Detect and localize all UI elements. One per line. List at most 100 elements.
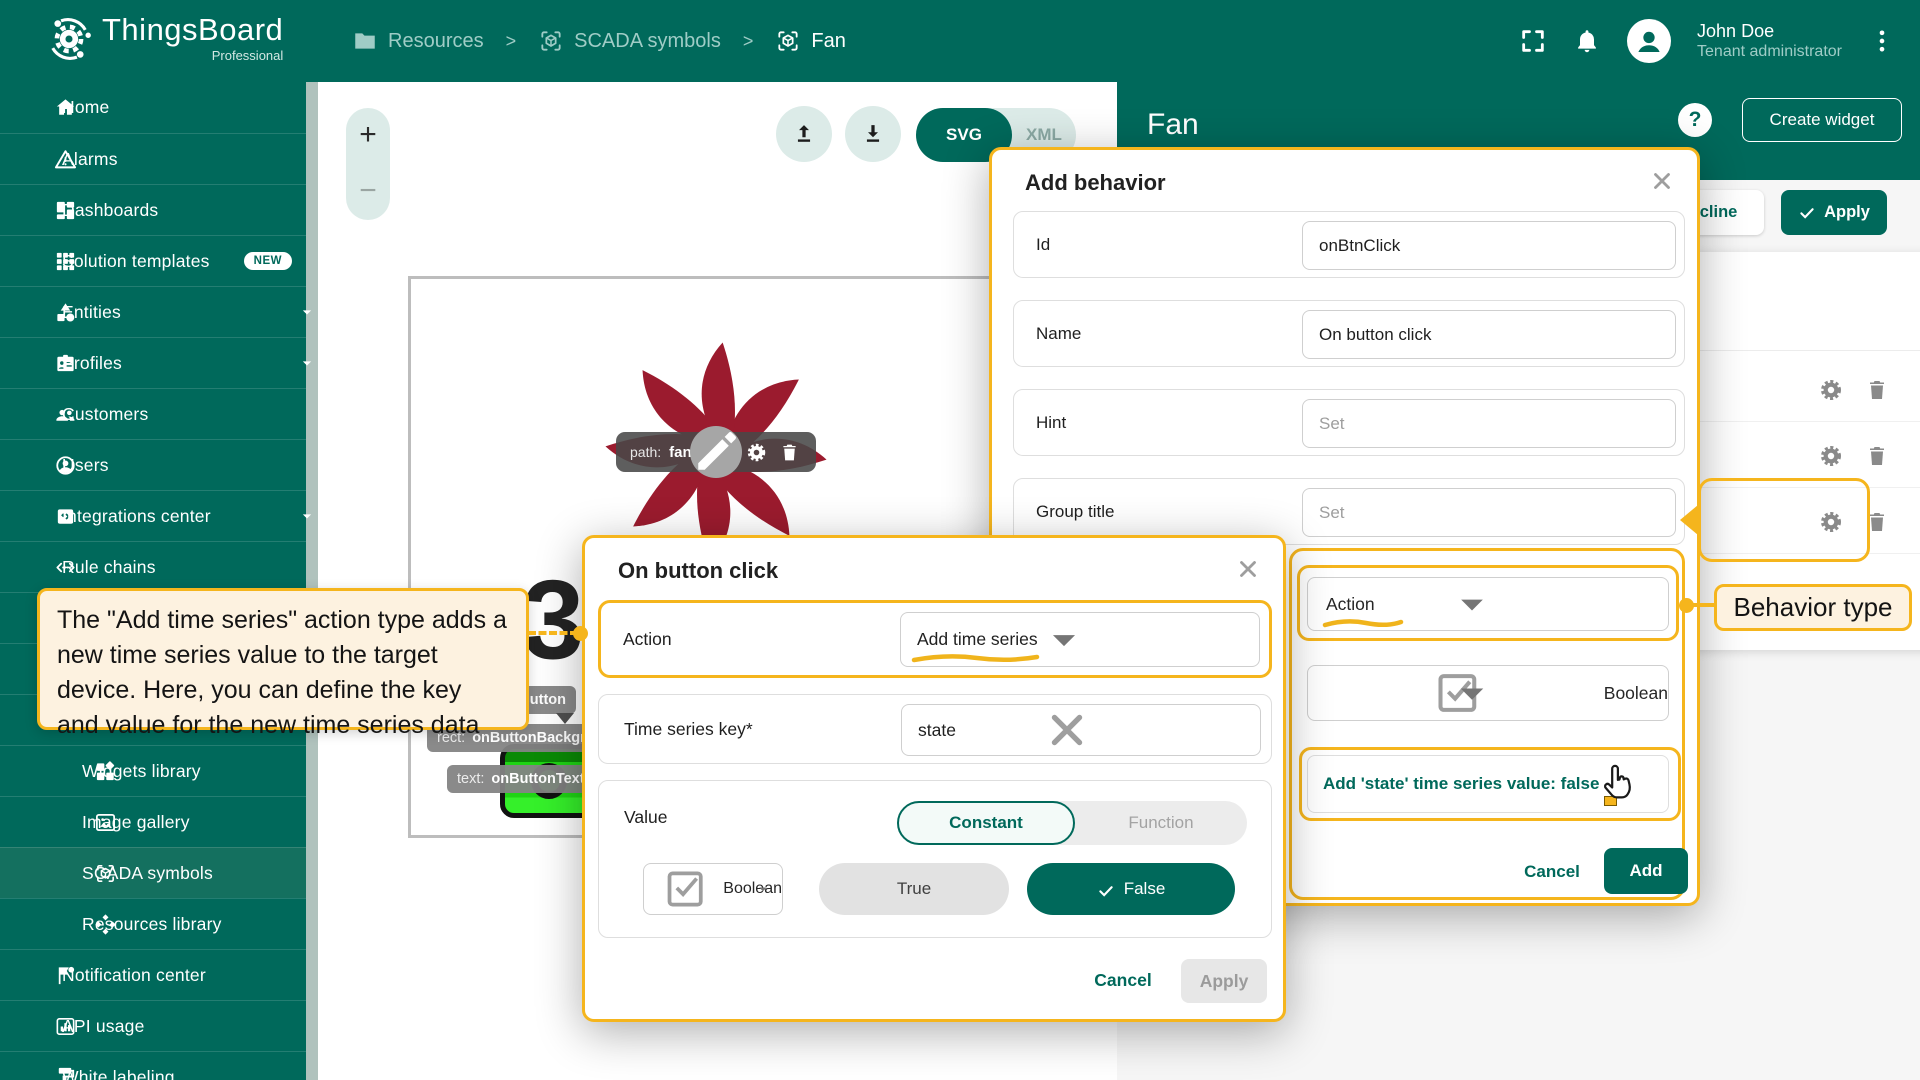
- value-label: Value: [624, 807, 667, 828]
- folder-icon: [352, 28, 378, 54]
- sidebar-item-image-gallery[interactable]: Image gallery: [0, 796, 306, 847]
- element-delete-button[interactable]: [779, 442, 800, 463]
- create-widget-button[interactable]: Create widget: [1742, 98, 1902, 142]
- annotation-row-notch: [1680, 505, 1698, 535]
- fullscreen-button[interactable]: [1519, 27, 1547, 55]
- delete-icon: [779, 442, 800, 463]
- sidebar-item-solution-templates[interactable]: Solution templates NEW: [0, 235, 306, 286]
- chevron-down-icon: [270, 353, 290, 373]
- field-label: Name: [1036, 301, 1081, 366]
- sidebar-item-label: Dashboards: [62, 200, 158, 221]
- sidebar-item-customers[interactable]: Customers: [0, 388, 306, 439]
- sidebar-item-notification-center[interactable]: Notification center: [0, 949, 306, 1000]
- field-input[interactable]: onBtnClick: [1302, 221, 1676, 270]
- breadcrumb-item[interactable]: SCADA symbols: [538, 28, 721, 54]
- sidebar-item-rule-chains[interactable]: Rule chains: [0, 541, 306, 592]
- toggle-function[interactable]: Function: [1075, 801, 1247, 845]
- apply-button-disabled[interactable]: Apply: [1181, 959, 1267, 1003]
- breadcrumb-item[interactable]: Fan: [775, 28, 845, 54]
- sidebar-item-label: Solution templates: [62, 251, 210, 272]
- element-type-label: path:: [630, 444, 661, 460]
- tag-arrow: [556, 713, 574, 724]
- upload-button[interactable]: [776, 106, 832, 162]
- sidebar-item-entities[interactable]: Entities: [0, 286, 306, 337]
- sidebar-item-label: Alarms: [62, 149, 118, 170]
- delete-icon: [1865, 444, 1889, 468]
- chevron-down-icon: [297, 353, 317, 373]
- bell-icon: [1573, 27, 1601, 55]
- add-state-value-link[interactable]: Add 'state' time series value: false: [1323, 774, 1599, 794]
- breadcrumb-item[interactable]: Resources: [352, 28, 484, 54]
- field-input[interactable]: Set: [1302, 488, 1676, 537]
- sidebar-item-label: Entities: [62, 302, 121, 323]
- app-window: ThingsBoard Professional Resources>SCADA…: [0, 0, 1920, 1080]
- sidebar-item-label: Rule chains: [62, 557, 156, 578]
- help-button[interactable]: ?: [1678, 103, 1712, 137]
- download-button[interactable]: [845, 106, 901, 162]
- sidebar-item-home[interactable]: Home: [0, 82, 306, 133]
- user-role: Tenant administrator: [1697, 42, 1842, 62]
- breadcrumb-label: SCADA symbols: [574, 30, 721, 53]
- sidebar-item-label: Image gallery: [82, 812, 190, 833]
- chevron-down-icon: [1292, 578, 1652, 630]
- edit-element-button[interactable]: [690, 426, 742, 478]
- true-button[interactable]: True: [819, 863, 1009, 915]
- sidebar-item-users[interactable]: Users: [0, 439, 306, 490]
- action-select[interactable]: Add time series: [900, 612, 1260, 667]
- field-input[interactable]: Set: [1302, 399, 1676, 448]
- settings-icon: [746, 442, 767, 463]
- topbar-actions: John Doe Tenant administrator: [1519, 0, 1896, 82]
- action-label: Action: [623, 600, 672, 678]
- breadcrumb: Resources>SCADA symbols>Fan: [352, 0, 846, 82]
- sidebar-item-alarms[interactable]: Alarms: [0, 133, 306, 184]
- sidebar-item-resources-library[interactable]: Resources library: [0, 898, 306, 949]
- chevron-down-icon: [1292, 666, 1652, 720]
- sidebar-item-api-usage[interactable]: API usage: [0, 1000, 306, 1051]
- thingsboard-logo[interactable]: ThingsBoard Professional: [44, 14, 283, 64]
- sidebar-item-label: White labeling: [62, 1067, 175, 1080]
- sidebar-item-label: Users: [62, 455, 109, 476]
- behavior-type-select[interactable]: Action: [1307, 577, 1669, 631]
- sidebar-item-dashboards[interactable]: Dashboards: [0, 184, 306, 235]
- notifications-button[interactable]: [1573, 27, 1601, 55]
- sidebar-item-integrations-center[interactable]: Integrations center: [0, 490, 306, 541]
- check-icon: [1097, 882, 1115, 900]
- add-button[interactable]: Add: [1604, 848, 1688, 894]
- value-type-select[interactable]: Boolean: [1307, 665, 1669, 721]
- annotation-connector-dot: [1679, 598, 1694, 613]
- delete-icon: [1865, 378, 1889, 402]
- brand-subtitle: Professional: [102, 49, 283, 62]
- avatar[interactable]: [1627, 19, 1671, 63]
- close-icon: [1235, 556, 1261, 582]
- user-menu-button[interactable]: [1868, 27, 1896, 55]
- sidebar-item-white-labeling[interactable]: White labeling: [0, 1051, 306, 1080]
- toggle-constant[interactable]: Constant: [897, 801, 1075, 845]
- close-button[interactable]: [1649, 168, 1675, 194]
- zoom-out-button[interactable]: −: [346, 174, 390, 208]
- new-badge: NEW: [244, 252, 292, 270]
- field-label: Hint: [1036, 390, 1066, 455]
- annotation-connector-dot: [573, 626, 588, 641]
- top-app-bar: ThingsBoard Professional Resources>SCADA…: [0, 0, 1920, 82]
- zoom-in-button[interactable]: +: [346, 118, 390, 152]
- chevron-down-icon: [297, 506, 317, 526]
- sidebar-item-profiles[interactable]: Profiles: [0, 337, 306, 388]
- constant-function-toggle: Constant Function: [897, 801, 1247, 845]
- element-settings-button[interactable]: [746, 442, 767, 463]
- sidebar-item-label: API usage: [62, 1016, 145, 1037]
- value-type-select[interactable]: Boolean: [643, 863, 783, 915]
- scada-icon: [775, 28, 801, 54]
- sidebar-item-widgets-library[interactable]: Widgets library: [0, 745, 306, 796]
- cancel-button[interactable]: Cancel: [1083, 958, 1163, 1002]
- time-series-key-label: Time series key*: [624, 695, 753, 763]
- field-input[interactable]: On button click: [1302, 310, 1676, 359]
- time-series-key-input[interactable]: state: [901, 704, 1261, 756]
- pencil-icon: [690, 426, 742, 478]
- text-tag-value: onButtonText: [491, 771, 584, 787]
- sidebar-item-label: Integrations center: [62, 506, 211, 527]
- close-button[interactable]: [1235, 556, 1261, 582]
- false-button[interactable]: False: [1027, 863, 1235, 915]
- sidebar-item-scada-symbols[interactable]: SCADA symbols: [0, 847, 306, 898]
- cancel-button[interactable]: Cancel: [1512, 850, 1592, 894]
- apply-button[interactable]: Apply: [1781, 190, 1887, 235]
